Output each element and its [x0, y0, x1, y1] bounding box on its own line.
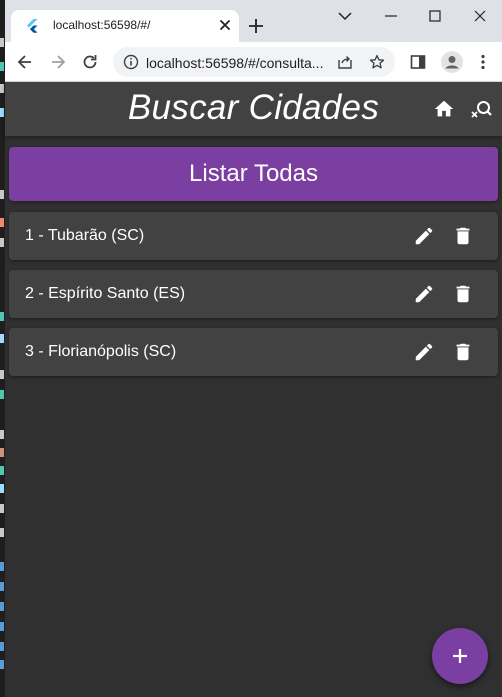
maximize-icon[interactable] [425, 8, 445, 24]
browser-window: localhost:56598/#/ localhost:56598/#/con… [5, 0, 502, 697]
list-item[interactable]: 3 - Florianópolis (SC) [9, 328, 498, 376]
search-off-icon[interactable] [469, 98, 493, 122]
share-icon[interactable] [337, 54, 353, 70]
window-close-icon[interactable] [470, 8, 490, 24]
app-bar: Buscar Cidades [5, 82, 502, 136]
plus-icon [453, 649, 467, 663]
list-item[interactable]: 2 - Espírito Santo (ES) [9, 270, 498, 318]
forward-button[interactable] [48, 52, 68, 72]
list-item[interactable]: 1 - Tubarão (SC) [9, 212, 498, 260]
avatar[interactable] [441, 51, 463, 73]
back-button[interactable] [15, 52, 35, 72]
url-text: localhost:56598/#/consulta... [146, 55, 324, 71]
tab-strip: localhost:56598/#/ [5, 0, 502, 42]
browser-toolbar: localhost:56598/#/consulta... [5, 42, 502, 82]
add-city-button[interactable] [432, 628, 488, 684]
address-bar[interactable]: localhost:56598/#/consulta... [113, 47, 395, 77]
reload-button[interactable] [80, 52, 100, 72]
city-label: 1 - Tubarão (SC) [25, 227, 145, 244]
avatar-icon [445, 56, 459, 69]
star-icon[interactable] [369, 54, 385, 70]
page-title: Buscar Cidades [127, 88, 380, 127]
flutter-icon [27, 19, 38, 33]
minimize-icon[interactable] [381, 8, 401, 24]
city-label: 2 - Espírito Santo (ES) [25, 285, 186, 302]
chevron-down-icon[interactable] [335, 8, 355, 24]
info-icon[interactable] [123, 54, 139, 70]
close-icon[interactable] [216, 16, 234, 34]
kebab-menu-icon[interactable] [473, 52, 493, 72]
trash-icon[interactable] [452, 283, 474, 305]
pencil-icon[interactable] [413, 225, 435, 247]
list-all-button[interactable]: Listar Todas [9, 147, 498, 201]
tab-title: localhost:56598/#/ [53, 18, 151, 32]
home-icon[interactable] [433, 98, 455, 120]
pencil-icon[interactable] [413, 283, 435, 305]
side-panel-icon[interactable] [408, 52, 428, 72]
city-label: 3 - Florianópolis (SC) [25, 343, 177, 360]
new-tab-button[interactable] [245, 15, 267, 37]
pencil-icon[interactable] [413, 341, 435, 363]
trash-icon[interactable] [452, 225, 474, 247]
trash-icon[interactable] [452, 341, 474, 363]
browser-tab[interactable]: localhost:56598/#/ [11, 10, 239, 42]
